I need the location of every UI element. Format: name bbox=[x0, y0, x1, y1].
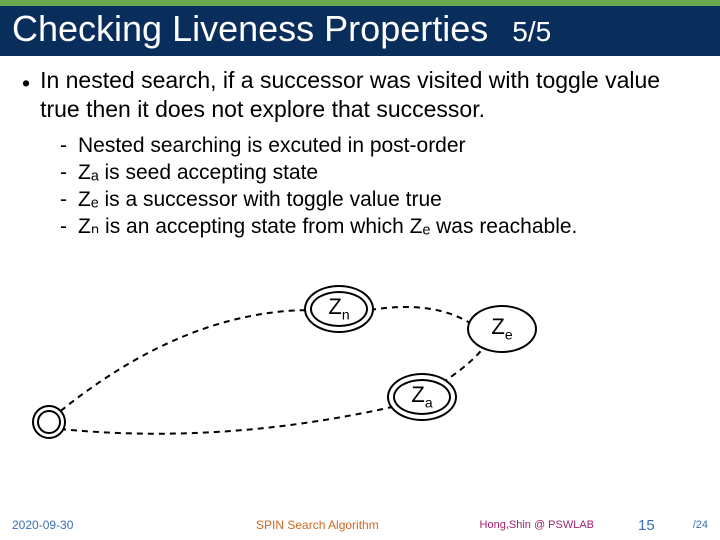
slide-title: Checking Liveness Properties bbox=[12, 8, 488, 50]
sub-marker: - bbox=[60, 159, 70, 186]
list-item: - Zₑ is a successor with toggle value tr… bbox=[60, 186, 698, 213]
list-item: - Nested searching is excuted in post-or… bbox=[60, 132, 698, 159]
node-za: Za bbox=[387, 373, 457, 421]
list-item: - Zₙ is an accepting state from which Zₑ… bbox=[60, 213, 698, 240]
main-bullet: • In nested search, if a successor was v… bbox=[22, 66, 698, 124]
node-label: Ze bbox=[491, 314, 512, 342]
node-zn: Zn bbox=[304, 285, 374, 333]
footer-page-number: 15 bbox=[638, 517, 655, 534]
bullet-text: In nested search, if a successor was vis… bbox=[40, 66, 698, 124]
node-label: Za bbox=[411, 382, 432, 410]
content-area: • In nested search, if a successor was v… bbox=[0, 56, 720, 475]
state-diagram: Zn Ze Za bbox=[22, 255, 698, 475]
slide-progress: 5/5 bbox=[512, 16, 551, 48]
sub-text: Zₐ is seed accepting state bbox=[78, 159, 318, 186]
sub-marker: - bbox=[60, 186, 70, 213]
sub-text: Zₑ is a successor with toggle value true bbox=[78, 186, 442, 213]
sub-marker: - bbox=[60, 132, 70, 159]
node-ze: Ze bbox=[467, 305, 537, 353]
footer-lab: Hong,Shin @ PSWLAB bbox=[480, 519, 595, 531]
node-label: Zn bbox=[328, 294, 349, 322]
title-bar: Checking Liveness Properties 5/5 bbox=[0, 6, 720, 56]
footer-date: 2020-09-30 bbox=[12, 518, 112, 532]
list-item: - Zₐ is seed accepting state bbox=[60, 159, 698, 186]
sub-list: - Nested searching is excuted in post-or… bbox=[60, 132, 698, 241]
sub-marker: - bbox=[60, 213, 70, 240]
bullet-marker: • bbox=[22, 66, 30, 98]
start-node bbox=[32, 405, 66, 439]
footer-page-total: /24 bbox=[693, 519, 708, 531]
sub-text: Zₙ is an accepting state from which Zₑ w… bbox=[78, 213, 577, 240]
sub-text: Nested searching is excuted in post-orde… bbox=[78, 132, 466, 159]
footer-algorithm: SPIN Search Algorithm bbox=[256, 518, 379, 532]
diagram-edges bbox=[22, 255, 702, 475]
footer: 2020-09-30 SPIN Search Algorithm Hong,Sh… bbox=[0, 510, 720, 540]
